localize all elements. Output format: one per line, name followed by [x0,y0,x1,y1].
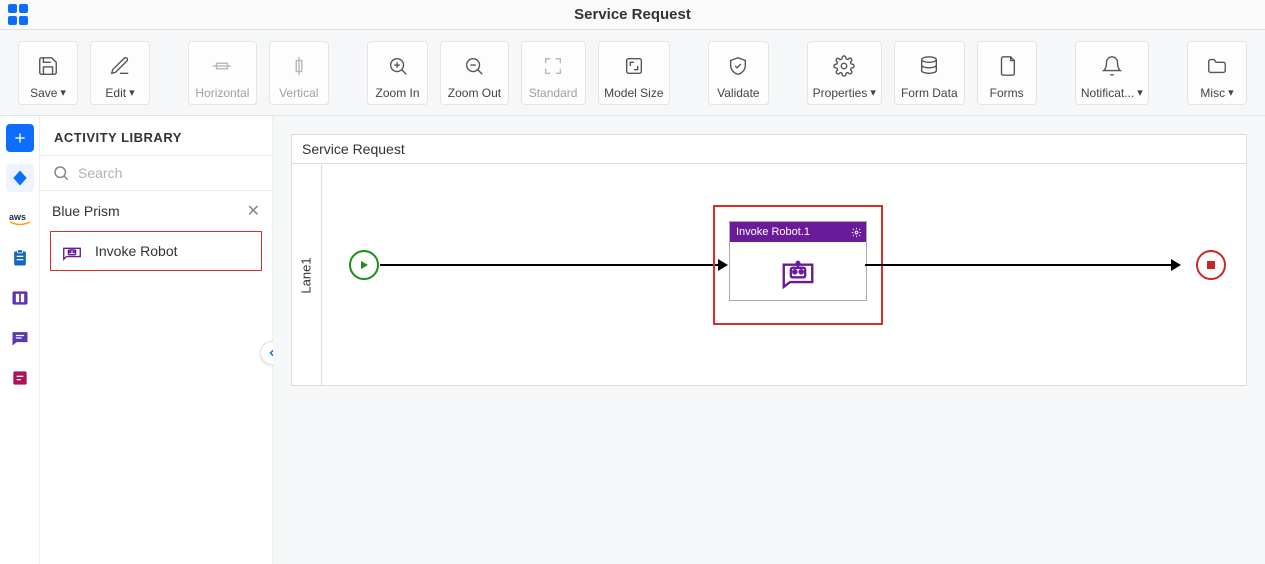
columns-icon[interactable] [6,284,34,312]
align-horizontal-button[interactable]: Horizontal [188,41,257,105]
aws-icon[interactable]: aws [6,204,34,232]
sidebar-iconstrip: aws [0,116,40,564]
bell-icon [1101,52,1123,80]
start-node[interactable] [349,250,379,280]
align-horizontal-icon [211,52,233,80]
zoom-standard-label: Standard [529,86,578,100]
fit-model-icon [623,52,645,80]
save-button[interactable]: Save▾ [18,41,78,105]
connector-2[interactable] [865,264,1178,266]
document-icon[interactable] [6,364,34,392]
zoom-in-label: Zoom In [376,86,420,100]
add-button[interactable] [6,124,34,152]
align-vertical-label: Vertical [279,86,318,100]
chevron-down-icon: ▾ [60,86,66,99]
library-item-invoke-robot[interactable]: Invoke Robot [50,231,262,271]
notifications-label: Notificat... [1081,86,1134,100]
blue-prism-icon[interactable] [6,164,34,192]
save-label: Save [30,86,57,100]
robot-icon [61,240,83,262]
activity-header: Invoke Robot.1 [730,222,866,242]
folder-icon [1206,52,1228,80]
zoom-model-size-button[interactable]: Model Size [598,41,671,105]
notifications-button[interactable]: Notificat...▾ [1075,41,1149,105]
gear-icon [833,52,855,80]
validate-button[interactable]: Validate [708,41,768,105]
properties-label: Properties [813,86,868,100]
forms-icon [996,52,1018,80]
form-data-label: Form Data [901,86,958,100]
edit-icon [109,52,131,80]
close-icon[interactable]: ✕ [247,201,260,221]
arrowhead-2 [1171,259,1181,271]
search-row [40,156,272,191]
search-icon [52,164,70,182]
form-data-button[interactable]: Form Data [894,41,965,105]
zoom-model-size-label: Model Size [604,86,663,100]
align-vertical-button[interactable]: Vertical [269,41,329,105]
activity-library-panel: ACTIVITY LIBRARY Blue Prism ✕ Invoke Rob… [40,116,273,564]
chevron-down-icon: ▾ [129,86,135,99]
chevron-down-icon: ▾ [870,86,876,99]
database-icon [918,52,940,80]
zoom-out-label: Zoom Out [448,86,501,100]
library-section-label: Blue Prism [52,203,120,219]
main-area: aws ACTIVITY LIBRARY Blue Prism ✕ [0,116,1265,564]
gear-icon[interactable] [851,227,862,238]
zoom-out-icon [463,52,485,80]
chevron-down-icon: ▾ [1228,86,1234,99]
message-icon[interactable] [6,324,34,352]
forms-button[interactable]: Forms [977,41,1037,105]
robot-icon [779,252,817,290]
page-title: Service Request [574,6,691,23]
activity-selection-highlight: Invoke Robot.1 [713,205,883,325]
stop-icon [1206,260,1216,270]
activity-body [730,242,866,300]
zoom-in-button[interactable]: Zoom In [367,41,429,105]
flow-area[interactable]: Invoke Robot.1 [325,165,1246,385]
misc-label: Misc [1200,86,1225,100]
lane-label[interactable]: Lane1 [292,165,322,385]
align-horizontal-label: Horizontal [195,86,249,100]
activity-library-header: ACTIVITY LIBRARY [40,116,272,156]
validate-label: Validate [717,86,759,100]
toolbar: Save▾ Edit▾ Horizontal Vertical Zoom In … [0,30,1265,116]
edit-button[interactable]: Edit▾ [90,41,150,105]
misc-button[interactable]: Misc▾ [1187,41,1247,105]
clipboard-icon[interactable] [6,244,34,272]
chevron-down-icon: ▾ [1137,86,1143,99]
title-bar: Service Request [0,0,1265,30]
forms-label: Forms [990,86,1024,100]
svg-text:aws: aws [9,212,26,222]
zoom-standard-button[interactable]: Standard [521,41,586,105]
library-section-blue-prism[interactable]: Blue Prism ✕ [40,191,272,227]
search-input[interactable] [78,165,260,181]
library-item-label: Invoke Robot [95,243,178,259]
activity-invoke-robot[interactable]: Invoke Robot.1 [729,221,867,301]
play-icon [358,259,370,271]
zoom-in-icon [387,52,409,80]
canvas-title: Service Request [292,135,1246,164]
properties-button[interactable]: Properties▾ [807,41,882,105]
align-vertical-icon [288,52,310,80]
validate-icon [727,52,749,80]
canvas-wrapper: Service Request Lane1 Invoke Robot.1 [273,116,1265,564]
activity-title: Invoke Robot.1 [736,226,810,238]
zoom-out-button[interactable]: Zoom Out [440,41,508,105]
app-grid-icon[interactable] [8,4,30,26]
save-icon [37,52,59,80]
connector-1[interactable] [380,264,725,266]
fit-standard-icon [542,52,564,80]
end-node[interactable] [1196,250,1226,280]
edit-label: Edit [105,86,126,100]
process-canvas[interactable]: Service Request Lane1 Invoke Robot.1 [291,134,1247,386]
